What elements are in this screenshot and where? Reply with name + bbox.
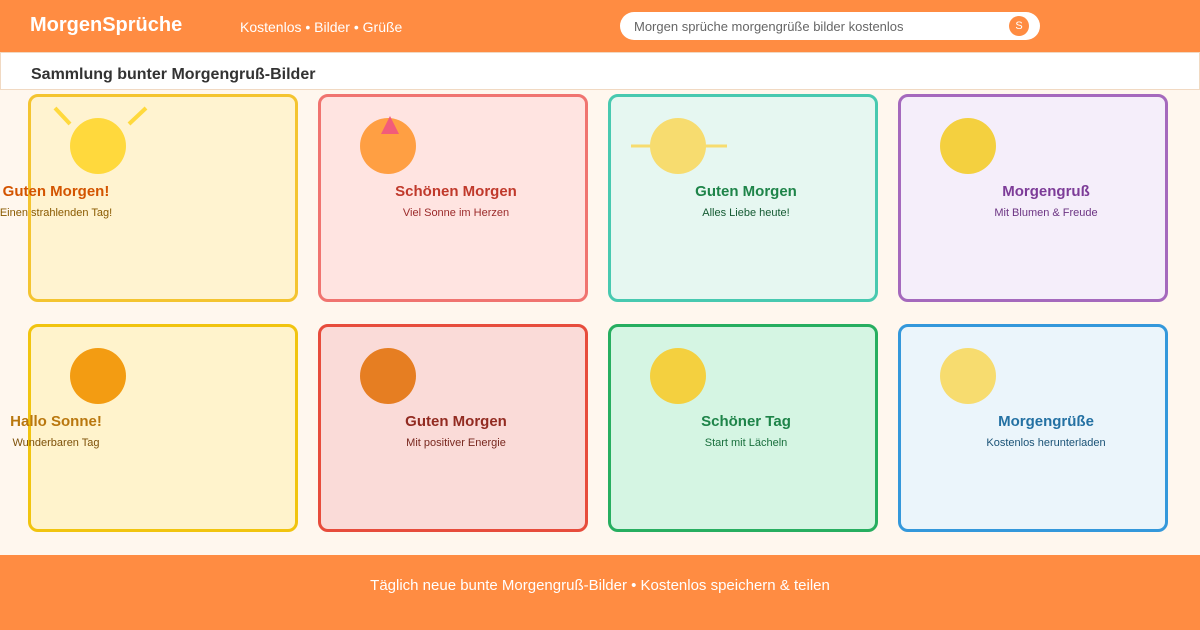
sun-icon <box>940 348 996 404</box>
card-subtitle: Mit Blumen & Freude <box>994 207 1098 219</box>
site-logo[interactable]: MorgenSprüche <box>30 14 182 37</box>
sun-icon <box>70 348 126 404</box>
sun-icon <box>360 348 416 404</box>
card-title: Schöner Tag <box>701 413 791 430</box>
card-illustration <box>360 348 416 404</box>
card-title: Schönen Morgen <box>395 183 517 200</box>
card-illustration <box>70 348 126 404</box>
morning-card[interactable]: Hallo Sonne! Wunderbaren Tag <box>10 324 298 532</box>
nav-links[interactable]: Kostenlos • Bilder • Grüße <box>240 19 402 35</box>
sun-icon <box>650 348 706 404</box>
morning-card[interactable]: Morgengruß Mit Blumen & Freude <box>898 94 1168 302</box>
section-title: Sammlung bunter Morgengruß-Bilder <box>31 66 316 83</box>
sun-ray <box>53 106 72 126</box>
card-title: Morgengruß <box>1002 183 1090 200</box>
card-subtitle: Einen strahlenden Tag! <box>0 207 113 219</box>
sun-ray <box>127 106 148 126</box>
morning-card[interactable]: Guten Morgen Mit positiver Energie <box>318 324 588 532</box>
card-illustration <box>650 348 706 404</box>
footer-text: Täglich neue bunte Morgengruß-Bilder • K… <box>370 577 830 594</box>
card-illustration <box>631 118 727 174</box>
site-footer: Täglich neue bunte Morgengruß-Bilder • K… <box>0 555 1200 630</box>
search-input[interactable] <box>634 12 1004 40</box>
search-button[interactable]: S <box>1009 16 1029 36</box>
card-illustration <box>360 116 416 174</box>
sun-icon <box>940 118 996 174</box>
card-subtitle: Mit positiver Energie <box>406 437 506 449</box>
card-subtitle: Kostenlos herunterladen <box>986 437 1106 449</box>
morning-card[interactable]: Schöner Tag Start mit Lächeln <box>608 324 878 532</box>
card-illustration <box>940 118 996 174</box>
card-title: Guten Morgen <box>405 413 507 430</box>
card-title: Guten Morgen <box>695 183 797 200</box>
card-title: Hallo Sonne! <box>10 413 102 430</box>
card-subtitle: Alles Liebe heute! <box>702 207 790 219</box>
morning-card[interactable]: Guten Morgen Alles Liebe heute! <box>608 94 878 302</box>
search-bar[interactable]: S <box>620 12 1040 40</box>
morning-card[interactable]: Morgengrüße Kostenlos herunterladen <box>898 324 1168 532</box>
site-header: MorgenSprüche Kostenlos • Bilder • Grüße… <box>0 0 1200 52</box>
card-illustration <box>53 106 148 174</box>
sun-icon <box>650 118 706 174</box>
card-title: Morgengrüße <box>998 413 1094 430</box>
card-subtitle: Wunderbaren Tag <box>12 437 100 449</box>
sun-icon <box>70 118 126 174</box>
morning-card[interactable]: Schönen Morgen Viel Sonne im Herzen <box>318 94 588 302</box>
card-illustration <box>940 348 996 404</box>
card-subtitle: Start mit Lächeln <box>704 437 788 449</box>
section-header: Sammlung bunter Morgengruß-Bilder <box>0 52 1200 90</box>
morning-card[interactable]: Guten Morgen! Einen strahlenden Tag! <box>0 94 298 302</box>
card-title: Guten Morgen! <box>2 183 110 200</box>
card-subtitle: Viel Sonne im Herzen <box>402 207 510 219</box>
